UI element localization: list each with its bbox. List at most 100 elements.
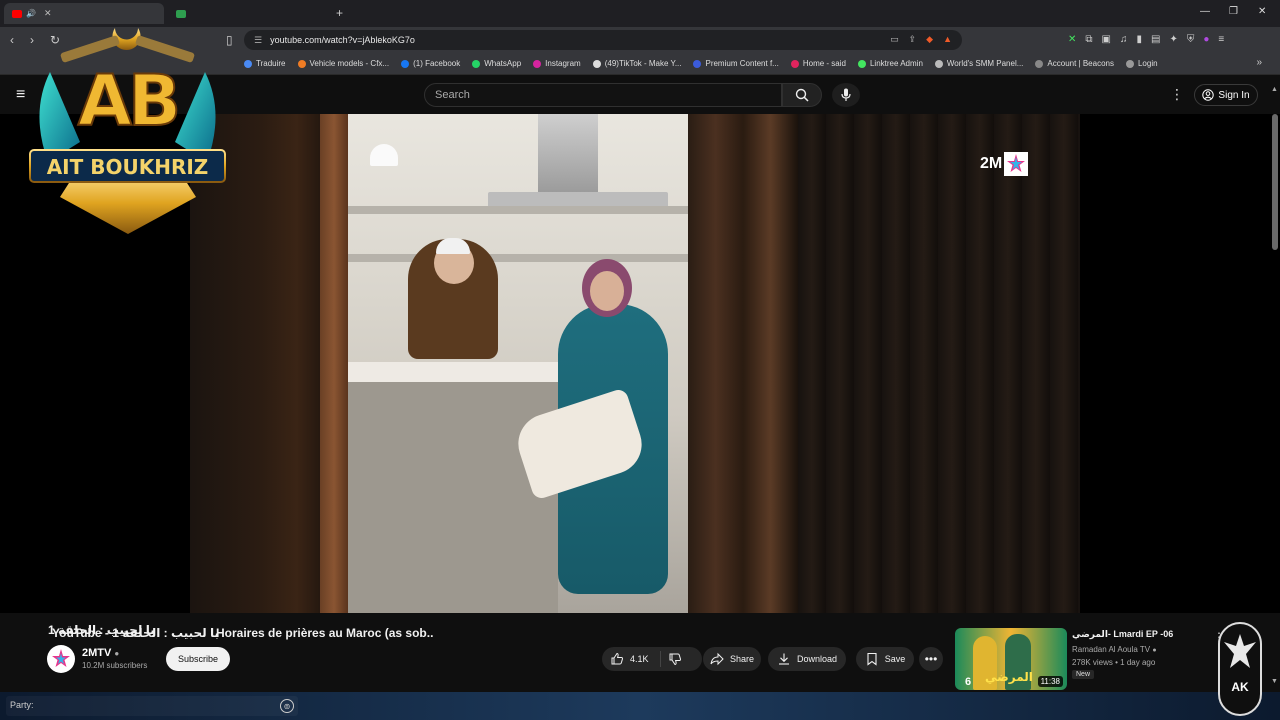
recommended-video-title[interactable]: المرضي- Lmardi EP -06 <box>1072 629 1202 640</box>
video-frame <box>190 114 1080 613</box>
eagle-icon <box>1224 634 1256 668</box>
brave-shield-icon[interactable]: ◆ <box>926 34 933 45</box>
thumbs-up-icon <box>611 652 623 665</box>
linktree-icon <box>857 59 866 68</box>
more-bookmarks-icon[interactable]: » <box>1256 57 1262 68</box>
kitchen-scene <box>348 114 688 613</box>
more-actions-button[interactable]: ••• <box>919 647 943 671</box>
bookmark-favicon-icon <box>934 59 943 68</box>
site-favicon-icon <box>176 9 186 18</box>
close-tab-icon[interactable]: ✕ <box>44 8 52 19</box>
share-page-icon[interactable]: ⇪ <box>909 34 917 45</box>
new-tab-icon[interactable]: + <box>336 6 343 20</box>
ak-corner-badge: AK <box>1218 622 1262 716</box>
bookmark-favicon-icon <box>790 59 799 68</box>
bookmark-item[interactable]: Account | Beacons <box>1035 59 1114 68</box>
capture-icon[interactable]: ▣ <box>1102 34 1111 45</box>
thumbnail-text: المرضي <box>985 670 1033 684</box>
thumbs-down-icon <box>669 653 681 666</box>
whatsapp-icon <box>472 59 481 68</box>
leo-icon[interactable]: ✦ <box>1169 34 1177 45</box>
media-icon[interactable]: ♫ <box>1120 34 1128 45</box>
sign-in-button[interactable]: Sign In <box>1194 84 1258 106</box>
bookmark-item[interactable]: Premium Content f... <box>693 59 779 68</box>
microphone-icon <box>841 88 851 101</box>
share-icon <box>710 652 724 666</box>
facebook-icon <box>401 59 410 68</box>
new-badge: New <box>1072 670 1095 679</box>
more-options-icon[interactable]: ⋮ <box>1170 86 1184 103</box>
save-button[interactable]: Save <box>856 647 914 671</box>
url-field[interactable]: ☰ youtube.com/watch?v=jAblekoKG7o <box>244 30 962 50</box>
scroll-down-icon[interactable]: ▼ <box>1271 678 1278 685</box>
channel-name[interactable]: 2MTV ● <box>82 647 119 659</box>
search-placeholder: Search <box>435 89 470 101</box>
share-button[interactable]: Share <box>703 647 761 671</box>
party-action-icon[interactable]: ⊚ <box>280 699 294 713</box>
close-window-icon[interactable]: ✕ <box>1258 6 1266 17</box>
recommended-meta: 278K views • 1 day ago <box>1072 658 1156 667</box>
youtube-favicon-icon <box>12 9 22 18</box>
door-frame <box>320 114 348 613</box>
browser-tab-youtube[interactable]: 🔊 YouTube - با لحبيب : الحلقة 1 ✕ <box>4 3 219 640</box>
brand-name: AIT BOUKHRIZ <box>46 155 209 179</box>
bookmark-item[interactable]: (1) Facebook <box>401 59 460 68</box>
bookmark-item[interactable]: Traduire <box>244 59 286 68</box>
audio-playing-icon[interactable]: 🔊 <box>26 9 36 18</box>
sign-in-label: Sign In <box>1218 89 1250 101</box>
voice-search-button[interactable] <box>832 83 860 107</box>
bookmark-item[interactable]: Linktree Admin <box>857 59 923 68</box>
dislike-button[interactable] <box>668 652 682 666</box>
badge-text: AK <box>1231 680 1249 694</box>
puzzle-icon[interactable]: ⧉ <box>1085 34 1092 45</box>
profile-icon[interactable]: ● <box>1203 34 1209 45</box>
search-input[interactable]: Search <box>424 83 782 107</box>
browser-tab-prayer-times[interactable]: Horaires de prières au Maroc (as sob.. <box>168 3 433 640</box>
channel-avatar[interactable] <box>47 645 75 673</box>
share-label: Share <box>729 654 755 664</box>
subscriber-count: 10.2M subscribers <box>82 661 148 670</box>
scroll-up-icon[interactable]: ▲ <box>1271 86 1278 93</box>
translate-icon <box>244 59 252 68</box>
bookmark-item[interactable]: Login <box>1125 59 1158 68</box>
like-dislike-group: 4.1K <box>602 647 702 671</box>
page-scrollbar[interactable] <box>1272 114 1278 250</box>
site-info-icon[interactable]: ☰ <box>254 35 262 46</box>
instagram-icon <box>533 59 542 68</box>
subscribe-button[interactable]: Subscribe <box>166 647 230 671</box>
bookmark-favicon-icon <box>1125 59 1134 68</box>
bookmark-favicon-icon <box>693 59 702 68</box>
video-title: با لحبيب : الحلقة 1 <box>48 623 155 637</box>
like-divider <box>660 651 661 667</box>
bookmark-item[interactable]: WhatsApp <box>472 59 521 68</box>
beacons-icon <box>1035 59 1044 68</box>
bookmark-item[interactable]: Vehicle models - Cfx... <box>297 59 389 68</box>
brave-rewards-icon[interactable]: ▲ <box>943 34 952 45</box>
back-icon[interactable]: ‹ <box>10 33 14 47</box>
restore-icon[interactable]: ❐ <box>1229 6 1238 17</box>
party-input[interactable] <box>6 696 298 716</box>
extension-icon[interactable]: ✕ <box>1068 34 1076 45</box>
search-button[interactable] <box>782 83 822 107</box>
like-button[interactable]: 4.1K <box>610 652 649 666</box>
download-button[interactable]: Download <box>768 647 846 671</box>
bookmark-item[interactable]: Instagram <box>533 59 581 68</box>
party-label: Party: <box>10 700 34 710</box>
bookmark-item[interactable]: World's SMM Panel... <box>934 59 1023 68</box>
episode-number: 6 <box>965 676 972 688</box>
sidebar-icon[interactable]: ▮ <box>1136 34 1142 45</box>
bookmark-item[interactable]: (49)TikTok - Make Y... <box>592 59 681 68</box>
more-horizontal-icon: ••• <box>924 652 938 666</box>
recommended-video-thumbnail[interactable]: المرضي 6 11:38 <box>955 628 1067 690</box>
browser-menu-icon[interactable]: ≡ <box>1218 34 1224 45</box>
wallet-icon[interactable]: ▤ <box>1151 34 1160 45</box>
bookmark-item[interactable]: Home - said <box>790 59 846 68</box>
verified-icon: ● <box>114 649 120 658</box>
screen-icon[interactable]: ▭ <box>890 34 899 45</box>
channel-watermark: 2M <box>980 152 1029 176</box>
vpn-icon[interactable]: ⛨ <box>1187 34 1195 45</box>
recommended-channel[interactable]: Ramadan Al Aoula TV ● <box>1072 645 1157 654</box>
extensions-toolbar: ✕ ⧉ ▣ ♫ ▮ ▤ ✦ ⛨ ● ≡ <box>1068 34 1224 45</box>
download-icon <box>778 653 789 665</box>
minimize-icon[interactable]: — <box>1200 6 1210 17</box>
